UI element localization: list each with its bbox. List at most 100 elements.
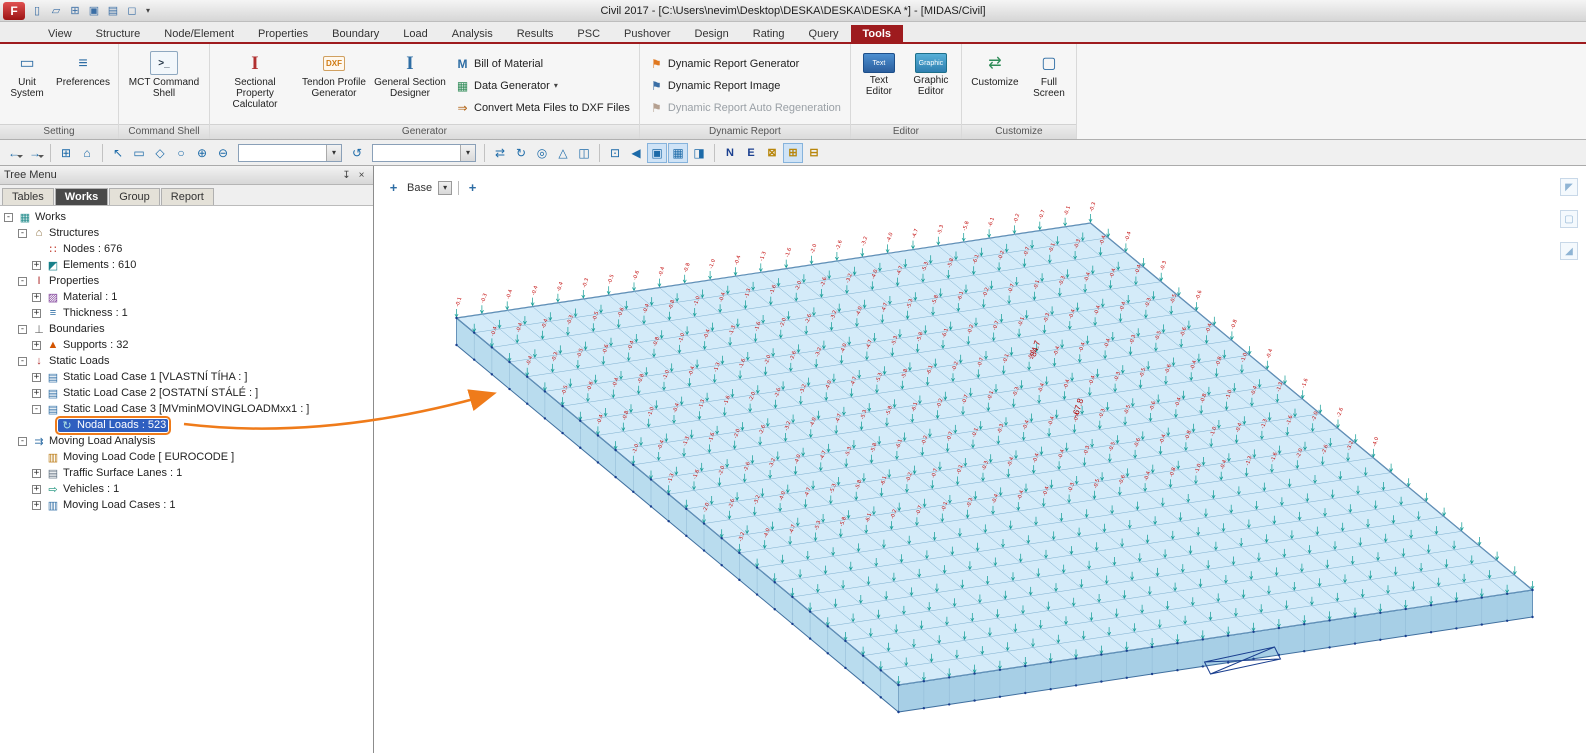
next-view-icon[interactable]: ◢ [1560,242,1578,260]
select-all-icon[interactable]: ⊕ [192,143,212,163]
perspective-view-icon[interactable]: ◫ [574,143,594,163]
import-file-icon[interactable]: ⊞ [66,2,84,19]
sectional-property-calculator-button[interactable]: I Sectional Property Calculator [214,47,296,124]
model-canvas[interactable]: -0.1-0.3-0.4-0.4-0.4-0.3-0.5-0.6-0.4-0.8… [374,166,1586,753]
tree-expander-icon[interactable]: + [32,341,41,350]
menu-tab[interactable]: Load [391,25,439,42]
data-generator-button[interactable]: ▦ Data Generator ▾ [450,75,635,96]
tree-item[interactable]: - ▤ Static Load Case 3 [MVminMOVINGLOADM… [0,401,373,417]
tree-item[interactable]: + ▤ Static Load Case 2 [OSTATNÍ STÁLÉ : … [0,385,373,401]
menu-tab[interactable]: Query [797,25,851,42]
tree-expander-icon[interactable]: + [32,485,41,494]
element-number-icon[interactable]: E [741,143,761,163]
works-tree-icon[interactable]: ⌂ [77,143,97,163]
lock-icon[interactable]: ⊞ [783,143,803,163]
tree-item[interactable]: ▥ Moving Load Code [ EUROCODE ] [0,449,373,465]
axis-icon[interactable]: + [465,180,480,195]
view-undo-icon[interactable]: ← [4,143,24,163]
dynamic-report-auto-regeneration-button[interactable]: ⚑ Dynamic Report Auto Regeneration [644,97,846,118]
display-toggle-icon[interactable]: ⊠ [762,143,782,163]
open-file-icon[interactable]: ▱ [47,2,65,19]
select-polygon-icon[interactable]: ◇ [150,143,170,163]
tree-expander-icon[interactable] [46,421,55,430]
unselect-all-icon[interactable]: ⊖ [213,143,233,163]
menu-tab[interactable]: Structure [84,25,153,42]
panel-tab[interactable]: Report [161,188,214,205]
tree-expander-icon[interactable]: - [4,213,13,222]
print-preview-icon[interactable]: ◻ [123,2,141,19]
tree-item[interactable]: + ▤ Static Load Case 1 [VLASTNÍ TÍHA : ] [0,369,373,385]
tree-item[interactable]: + ⇨ Vehicles : 1 [0,481,373,497]
view-dropdown[interactable]: ▾ [438,181,452,195]
menu-tab[interactable]: Boundary [320,25,391,42]
rotate-view-icon[interactable]: ↻ [511,143,531,163]
tree-expander-icon[interactable]: + [32,261,41,270]
shrink-elements-icon[interactable]: ⊡ [605,143,625,163]
tree-expander-icon[interactable]: + [32,501,41,510]
tree-item[interactable]: - I Properties [0,273,373,289]
tree-expander-icon[interactable]: - [18,357,27,366]
combo-caret-icon[interactable]: ▾ [460,145,475,161]
dynamic-report-generator-button[interactable]: ⚑ Dynamic Report Generator [644,53,846,74]
tree-expander-icon[interactable]: + [32,469,41,478]
menu-tab[interactable]: Analysis [440,25,505,42]
menu-tab[interactable]: View [36,25,84,42]
combo-caret-icon[interactable]: ▾ [326,145,341,161]
full-screen-button[interactable]: ▢ Full Screen [1026,47,1072,124]
tree-expander-icon[interactable] [32,453,41,462]
tree-expander-icon[interactable]: + [32,293,41,302]
tree-item[interactable]: + ▨ Material : 1 [0,289,373,305]
unlock-icon[interactable]: ⊟ [804,143,824,163]
panel-tab[interactable]: Tables [2,188,54,205]
tree-expander-icon[interactable]: - [18,277,27,286]
tendon-profile-generator-button[interactable]: DXF Tendon Profile Generator [298,47,370,124]
select-circle-icon[interactable]: ○ [171,143,191,163]
bill-of-material-button[interactable]: M Bill of Material [450,53,635,74]
qat-customize-icon[interactable]: ▾ [142,2,154,19]
convert-meta-files-button[interactable]: ⇒ Convert Meta Files to DXF Files [450,97,635,118]
panel-tab[interactable]: Works [55,188,108,205]
view-redo-icon[interactable]: → [25,143,45,163]
zoom-window-icon[interactable]: ⊞ [56,143,76,163]
menu-tab[interactable]: Design [683,25,741,42]
tree-expander-icon[interactable]: - [32,405,41,414]
print-icon[interactable]: ▤ [104,2,122,19]
select-icon[interactable]: ↖ [108,143,128,163]
tree-expander-icon[interactable]: + [32,389,41,398]
unit-system-button[interactable]: ▭ Unit System [4,47,50,124]
model-viewport[interactable]: -0.1-0.3-0.4-0.4-0.4-0.3-0.5-0.6-0.4-0.8… [374,166,1586,753]
tree-expander-icon[interactable]: - [18,229,27,238]
app-logo-icon[interactable]: F [3,2,25,20]
select-window-icon[interactable]: ▭ [129,143,149,163]
coordinate-combobox[interactable]: ▾ [372,144,476,162]
tree-expander-icon[interactable]: + [32,309,41,318]
tree-item[interactable]: + ▤ Traffic Surface Lanes : 1 [0,465,373,481]
graphic-editor-button[interactable]: Graphic Graphic Editor [905,47,957,124]
node-number-icon[interactable]: N [720,143,740,163]
text-editor-button[interactable]: Text Text Editor [855,47,903,124]
tree-item[interactable]: + ▲ Supports : 32 [0,337,373,353]
select-previous-icon[interactable]: ↺ [347,143,367,163]
tree-expander-icon[interactable]: - [18,325,27,334]
dynamic-report-image-button[interactable]: ⚑ Dynamic Report Image [644,75,846,96]
pan-view-icon[interactable]: ◎ [532,143,552,163]
tree-item[interactable]: + ◩ Elements : 610 [0,257,373,273]
tree-item[interactable]: ∷ Nodes : 676 [0,241,373,257]
new-file-icon[interactable]: ▯ [28,2,46,19]
tree-item[interactable]: - ⊥ Boundaries [0,321,373,337]
tree-item[interactable]: + ≡ Thickness : 1 [0,305,373,321]
tree-item[interactable]: - ⌂ Structures [0,225,373,241]
customize-button[interactable]: ⇄ Customize [966,47,1024,124]
ucs-icon[interactable]: + [386,180,401,195]
prev-view-icon[interactable]: ◤ [1560,178,1578,196]
tree-expander-icon[interactable] [32,245,41,254]
display-option-icon[interactable]: ◨ [689,143,709,163]
tree-item[interactable]: - ▦ Works [0,209,373,225]
tree-item[interactable]: - ↓ Static Loads [0,353,373,369]
close-panel-icon[interactable]: × [354,168,369,183]
save-icon[interactable]: ▣ [85,2,103,19]
named-view-icon[interactable]: ▢ [1560,210,1578,228]
pin-panel-icon[interactable]: ↧ [339,168,354,183]
wireframe-view-icon[interactable]: ▦ [668,143,688,163]
menu-tab[interactable]: Tools [851,25,904,42]
